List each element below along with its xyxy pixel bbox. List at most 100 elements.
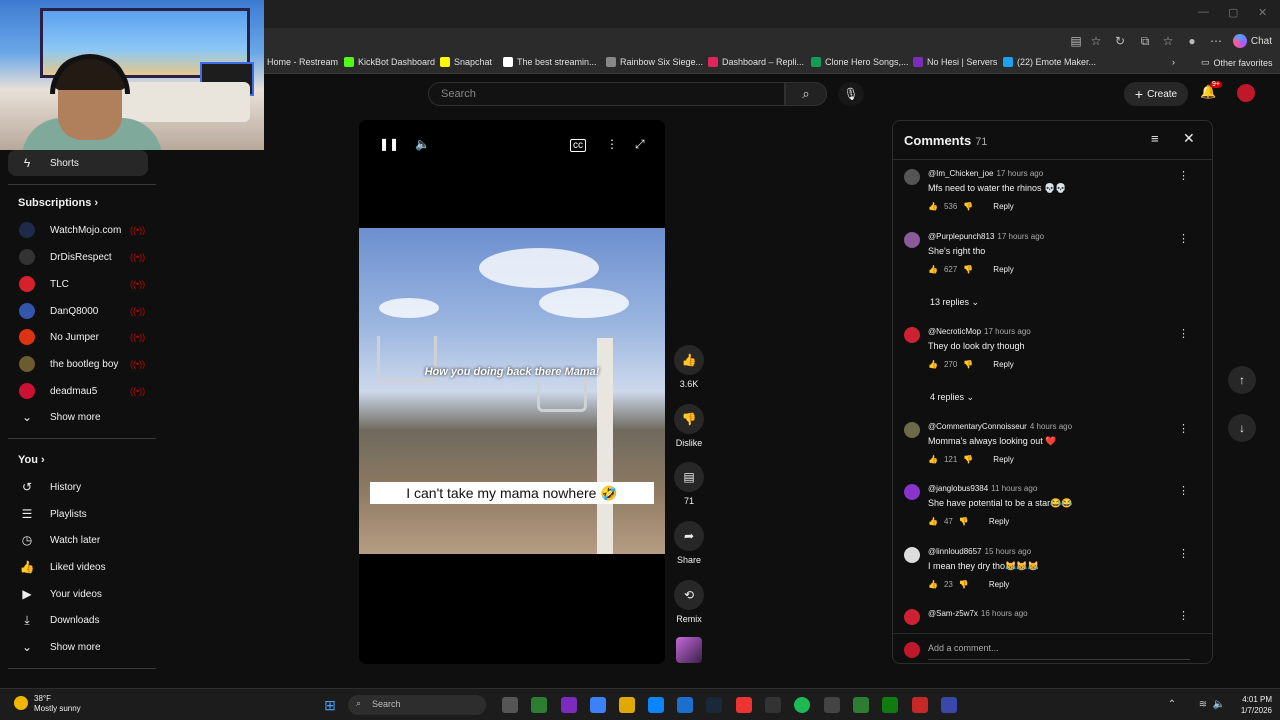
sidebar-item-your-videos[interactable]: ▶ Your videos: [0, 581, 148, 607]
sidebar-item-watch-later[interactable]: ◷ Watch later: [0, 527, 148, 553]
video-frame[interactable]: How you doing back there Mama! I can't t…: [359, 228, 665, 554]
thumbs-down-icon[interactable]: 👎: [963, 455, 973, 464]
sidebar-item-playlists[interactable]: ☰ Playlists: [0, 501, 148, 527]
comments-button[interactable]: ▤ 71: [674, 462, 704, 506]
favorite-star-icon[interactable]: ☆: [1088, 33, 1104, 49]
thumbs-down-icon[interactable]: 👎: [963, 202, 973, 211]
comment-author[interactable]: @janglobus9384: [928, 484, 988, 493]
more-vertical-icon[interactable]: ⋮: [1178, 484, 1189, 497]
comment-author[interactable]: @linnloud8657: [928, 547, 982, 556]
next-short-button[interactable]: ↓: [1228, 414, 1256, 442]
favorites-icon[interactable]: ☆: [1160, 33, 1176, 49]
sidebar-item-subscription[interactable]: the bootleg boy ((•)): [0, 351, 148, 377]
close-icon[interactable]: ✕: [1183, 130, 1195, 147]
app-icon[interactable]: [941, 697, 957, 713]
more-vertical-icon[interactable]: ⋮: [1178, 422, 1189, 435]
bookmark-item[interactable]: Dashboard – Repli...: [708, 57, 804, 67]
minimize-icon[interactable]: —: [1198, 6, 1209, 18]
thumbs-up-icon[interactable]: 👍: [928, 455, 938, 464]
thumbs-up-icon[interactable]: 👍: [928, 265, 938, 274]
reply-button[interactable]: Reply: [989, 580, 1009, 589]
discord-icon[interactable]: [561, 697, 577, 713]
voice-search-button[interactable]: 🎙: [838, 82, 864, 106]
bookmark-item[interactable]: Rainbow Six Siege...: [606, 57, 703, 67]
sidebar-item-liked-videos[interactable]: 👍 Liked videos: [0, 554, 148, 580]
sidebar-item-shorts[interactable]: ϟ Shorts: [8, 150, 148, 176]
add-comment-field[interactable]: Add a comment...: [893, 633, 1212, 663]
search-button[interactable]: ⌕: [785, 82, 827, 106]
remix-button[interactable]: ⟲ Remix: [674, 580, 704, 624]
bookmark-item[interactable]: Home - Restream: [267, 57, 338, 67]
more-menu-icon[interactable]: ⋯: [1208, 33, 1224, 49]
dislike-button[interactable]: 👎 Dislike: [674, 404, 704, 448]
sidebar-item-subscription[interactable]: deadmau5 ((•)): [0, 378, 148, 404]
other-favorites[interactable]: ▭ Other favorites: [1201, 57, 1273, 68]
more-vertical-icon[interactable]: ⋮: [1178, 609, 1189, 622]
maximize-icon[interactable]: ▢: [1228, 6, 1238, 19]
taskbar-clock[interactable]: 4:01 PM 1/7/2026: [1228, 694, 1272, 716]
view-replies-button[interactable]: 4 replies ⌄: [930, 392, 974, 403]
sidebar-item-history[interactable]: ↺ History: [0, 474, 148, 500]
windows-start-icon[interactable]: ⊞: [322, 697, 338, 713]
like-button[interactable]: 👍 3.6K: [674, 345, 704, 389]
copilot-chat-button[interactable]: Chat: [1232, 32, 1272, 50]
file-explorer-icon[interactable]: [619, 697, 635, 713]
spotify-icon[interactable]: [794, 697, 810, 713]
thumbs-up-icon[interactable]: 👍: [928, 580, 938, 589]
taskbar-search[interactable]: ⌕ Search: [348, 695, 486, 715]
reply-button[interactable]: Reply: [993, 360, 1013, 369]
sound-thumbnail[interactable]: [676, 637, 702, 663]
thumbs-down-icon[interactable]: 👎: [959, 517, 969, 526]
fullscreen-icon[interactable]: ⤢: [635, 137, 645, 152]
reply-button[interactable]: Reply: [993, 202, 1013, 211]
sidebar-item-subscription[interactable]: No Jumper ((•)): [0, 324, 148, 350]
captions-icon[interactable]: cc: [570, 139, 586, 152]
search-input[interactable]: Search: [428, 82, 785, 106]
reply-button[interactable]: Reply: [993, 455, 1013, 464]
close-window-icon[interactable]: ✕: [1258, 6, 1267, 19]
volume-icon[interactable]: 🔈: [415, 137, 430, 151]
settings-icon[interactable]: [765, 697, 781, 713]
task-view-icon[interactable]: [502, 697, 518, 713]
more-vertical-icon[interactable]: ⋮: [1178, 169, 1189, 182]
edge-icon[interactable]: [648, 697, 664, 713]
extensions-icon[interactable]: ⧉: [1137, 33, 1153, 49]
pause-icon[interactable]: ❚❚: [379, 137, 399, 151]
sidebar-item-subscription[interactable]: DanQ8000 ((•)): [0, 298, 148, 324]
volume-icon[interactable]: 🔈: [1211, 697, 1227, 713]
bookmark-item[interactable]: No Hesi | Servers: [913, 57, 997, 67]
sidebar-item-subscription[interactable]: TLC ((•)): [0, 271, 148, 297]
comment-author[interactable]: @Sam-z5w7x: [928, 609, 978, 618]
comment-author[interactable]: @CommentaryConnoisseur: [928, 422, 1027, 431]
notifications-button[interactable]: 🔔 9+: [1200, 81, 1222, 102]
bookmark-item[interactable]: KickBot Dashboard: [344, 57, 435, 67]
previous-short-button[interactable]: ↑: [1228, 366, 1256, 394]
thumbs-up-icon[interactable]: 👍: [928, 517, 938, 526]
reply-button[interactable]: Reply: [993, 265, 1013, 274]
steam-icon[interactable]: [706, 697, 722, 713]
more-vertical-icon[interactable]: ⋮: [1178, 547, 1189, 560]
you-heading[interactable]: You ›: [18, 454, 45, 466]
commenter-avatar[interactable]: [904, 169, 920, 185]
commenter-avatar[interactable]: [904, 609, 920, 625]
profile-icon[interactable]: ●: [1184, 33, 1200, 49]
chevron-up-icon[interactable]: ⌃: [1164, 697, 1180, 713]
sidebar-item-subscription[interactable]: DrDisRespect ((•)): [0, 244, 148, 270]
thumbs-down-icon[interactable]: 👎: [963, 265, 973, 274]
more-vertical-icon[interactable]: ⋮: [1178, 327, 1189, 340]
show-more-you[interactable]: ⌄ Show more: [0, 634, 148, 660]
bookmark-item[interactable]: Clone Hero Songs,...: [811, 57, 909, 67]
sidebar-item-subscription[interactable]: WatchMojo.com ((•)): [0, 217, 148, 243]
account-avatar[interactable]: [1237, 84, 1255, 102]
sidebar-item-downloads[interactable]: ⤓ Downloads: [0, 607, 148, 633]
thumbs-up-icon[interactable]: 👍: [928, 202, 938, 211]
obs-icon[interactable]: [736, 697, 752, 713]
app-icon[interactable]: [824, 697, 840, 713]
store-icon[interactable]: [677, 697, 693, 713]
share-button[interactable]: ➦ Share: [674, 521, 704, 565]
wifi-icon[interactable]: ≋: [1195, 697, 1211, 713]
commenter-avatar[interactable]: [904, 422, 920, 438]
app-icon[interactable]: [912, 697, 928, 713]
shorts-player[interactable]: ❚❚ 🔈 cc ⋮ ⤢ How you doing back there Mam…: [359, 120, 665, 664]
app-icon[interactable]: [853, 697, 869, 713]
